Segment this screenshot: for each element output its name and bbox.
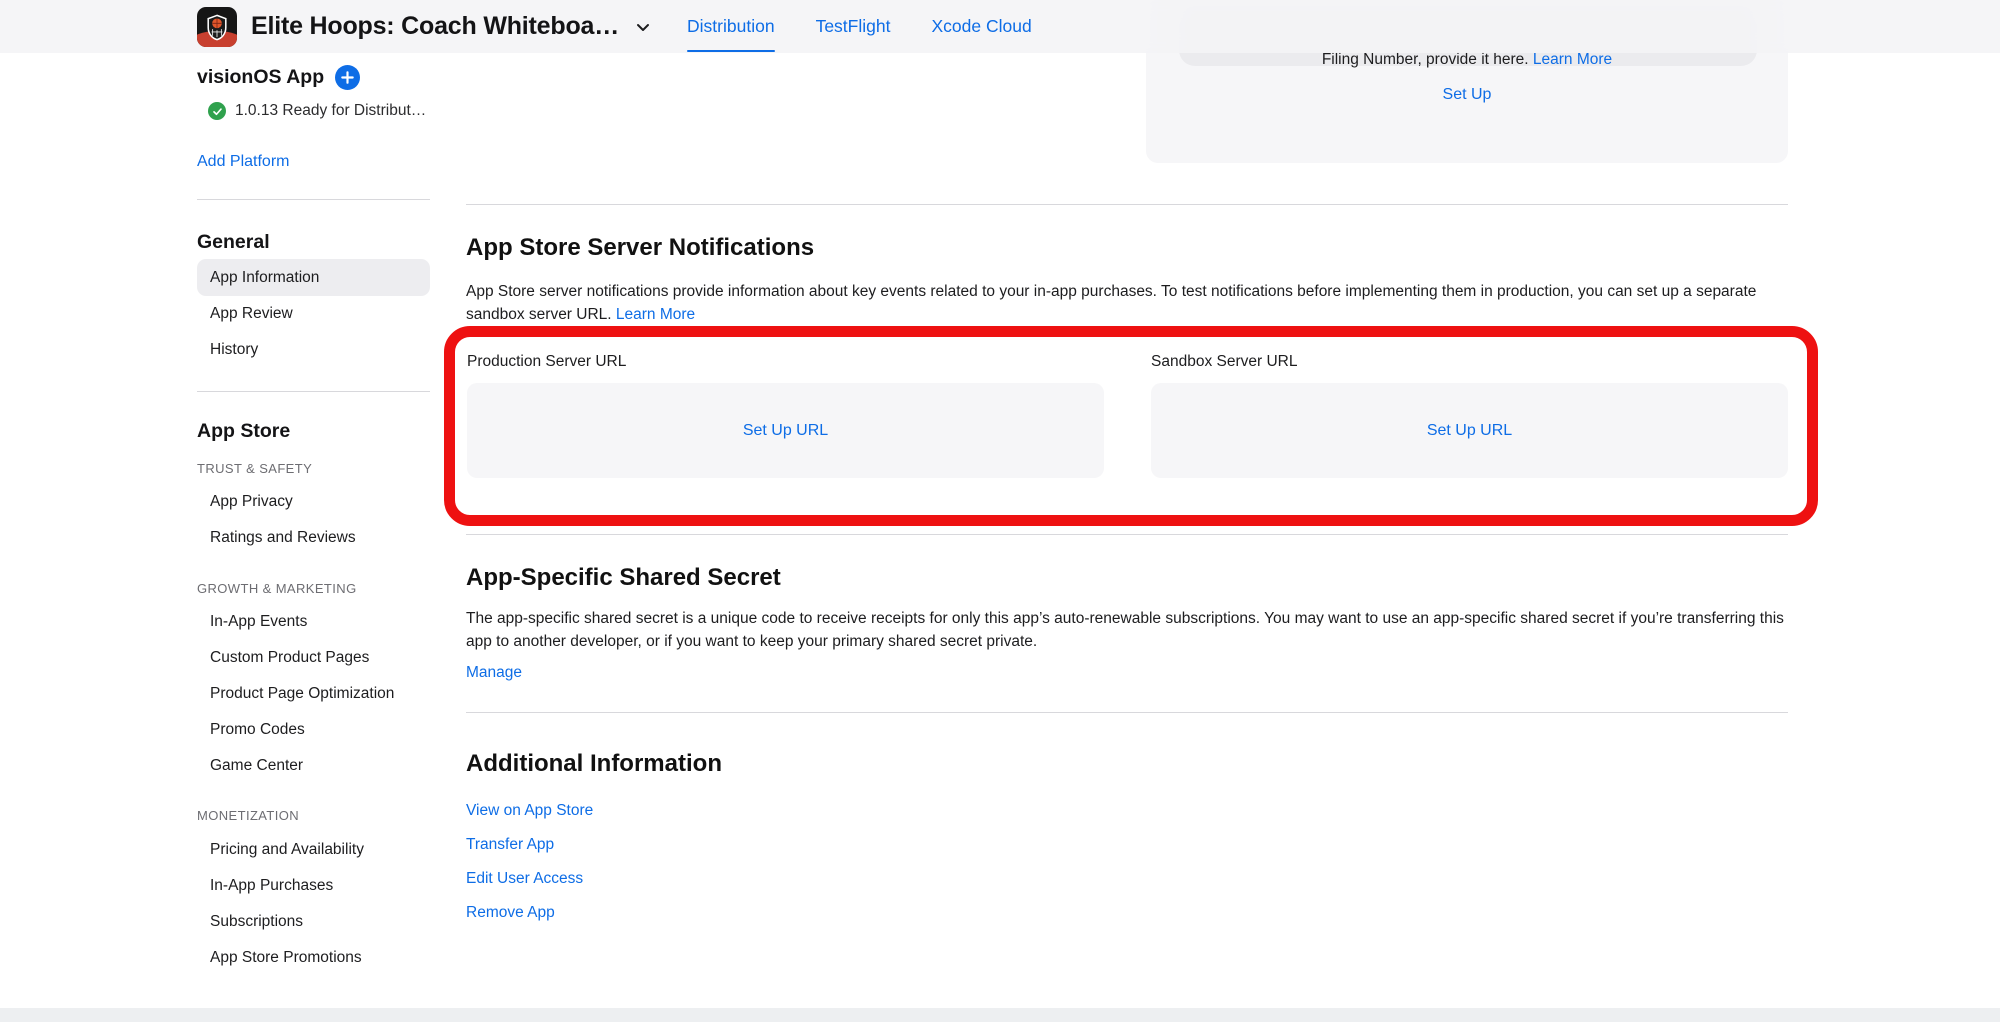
top-navigation-bar: Elite Hoops: Coach Whiteboa… Distributio… — [0, 0, 2000, 53]
sidebar-item-custom-product-pages[interactable]: Custom Product Pages — [197, 640, 430, 676]
sandbox-set-up-url-link[interactable]: Set Up URL — [1427, 422, 1512, 440]
section-divider — [466, 712, 1788, 713]
header-tabs: Distribution TestFlight Xcode Cloud — [687, 0, 1073, 53]
notice-learn-more-link[interactable]: Learn More — [1533, 51, 1612, 68]
server-notifications-learn-more-link[interactable]: Learn More — [616, 306, 695, 323]
add-version-button[interactable] — [335, 65, 360, 90]
app-store-connect-page: Filing Number, provide it here. Learn Mo… — [0, 0, 2000, 1022]
shared-secret-description: The app-specific shared secret is a uniq… — [466, 608, 1801, 653]
sidebar-group-monetization: MONETIZATION — [197, 807, 430, 824]
sandbox-server-url-panel: Set Up URL — [1151, 383, 1788, 478]
app-icon — [197, 7, 237, 47]
sidebar-item-ratings-and-reviews[interactable]: Ratings and Reviews — [197, 520, 430, 556]
sidebar-item-game-center[interactable]: Game Center — [197, 748, 430, 784]
app-title[interactable]: Elite Hoops: Coach Whiteboa… — [251, 12, 619, 41]
sidebar-item-app-privacy[interactable]: App Privacy — [197, 484, 430, 520]
ready-status-icon — [208, 102, 226, 120]
app-switcher-chevron[interactable] — [633, 17, 653, 37]
remove-app-link[interactable]: Remove App — [466, 904, 555, 922]
sandbox-server-url-label: Sandbox Server URL — [1151, 353, 1297, 371]
sidebar-group-growth-marketing: GROWTH & MARKETING — [197, 580, 430, 597]
server-notifications-description: App Store server notifications provide i… — [466, 281, 1801, 326]
checkmark-icon — [212, 106, 223, 117]
shared-secret-title: App-Specific Shared Secret — [466, 564, 781, 592]
production-set-up-url-link[interactable]: Set Up URL — [743, 422, 828, 440]
production-server-url-panel: Set Up URL — [467, 383, 1104, 478]
notice-message: Filing Number, provide it here. Learn Mo… — [1146, 51, 1788, 69]
sidebar-divider — [197, 199, 430, 200]
notice-message-text: Filing Number, provide it here. — [1322, 51, 1529, 68]
sidebar-item-in-app-events[interactable]: In-App Events — [197, 604, 430, 640]
sidebar: visionOS App 1.0.13 Ready for Distribut…… — [197, 53, 430, 976]
server-notifications-title: App Store Server Notifications — [466, 234, 814, 262]
shield-basketball-icon — [206, 14, 228, 41]
sidebar-item-app-information[interactable]: App Information — [197, 259, 430, 296]
production-server-url-label: Production Server URL — [467, 353, 626, 371]
sidebar-item-history[interactable]: History — [197, 332, 430, 368]
sidebar-section-app-store: App Store — [197, 418, 430, 444]
sidebar-item-product-page-optimization[interactable]: Product Page Optimization — [197, 676, 430, 712]
manage-link[interactable]: Manage — [466, 664, 522, 682]
view-on-app-store-link[interactable]: View on App Store — [466, 802, 593, 820]
additional-information-title: Additional Information — [466, 750, 722, 778]
sidebar-item-pricing-and-availability[interactable]: Pricing and Availability — [197, 832, 430, 868]
sidebar-group-trust-safety: TRUST & SAFETY — [197, 460, 430, 477]
sidebar-item-promo-codes[interactable]: Promo Codes — [197, 712, 430, 748]
version-status-text: 1.0.13 Ready for Distribut… — [235, 102, 426, 120]
tab-distribution[interactable]: Distribution — [687, 0, 775, 53]
notice-set-up-link[interactable]: Set Up — [1443, 86, 1492, 103]
edit-user-access-link[interactable]: Edit User Access — [466, 870, 583, 888]
page-footer-bar — [0, 1008, 2000, 1022]
tab-testflight[interactable]: TestFlight — [816, 0, 891, 53]
add-platform-link[interactable]: Add Platform — [197, 153, 289, 171]
plus-icon — [341, 71, 354, 84]
sidebar-section-general: General — [197, 230, 430, 255]
version-status-row[interactable]: 1.0.13 Ready for Distribut… — [208, 100, 430, 122]
tab-xcode-cloud[interactable]: Xcode Cloud — [931, 0, 1031, 53]
sidebar-item-in-app-purchases[interactable]: In-App Purchases — [197, 868, 430, 904]
sidebar-item-app-review[interactable]: App Review — [197, 296, 430, 332]
platform-row: visionOS App — [197, 62, 430, 92]
section-divider — [466, 534, 1788, 535]
sidebar-item-app-store-promotions[interactable]: App Store Promotions — [197, 940, 430, 976]
platform-label: visionOS App — [197, 66, 324, 89]
sidebar-divider — [197, 391, 430, 392]
section-divider — [466, 204, 1788, 205]
sidebar-item-subscriptions[interactable]: Subscriptions — [197, 904, 430, 940]
chevron-down-icon — [633, 17, 653, 37]
transfer-app-link[interactable]: Transfer App — [466, 836, 554, 854]
